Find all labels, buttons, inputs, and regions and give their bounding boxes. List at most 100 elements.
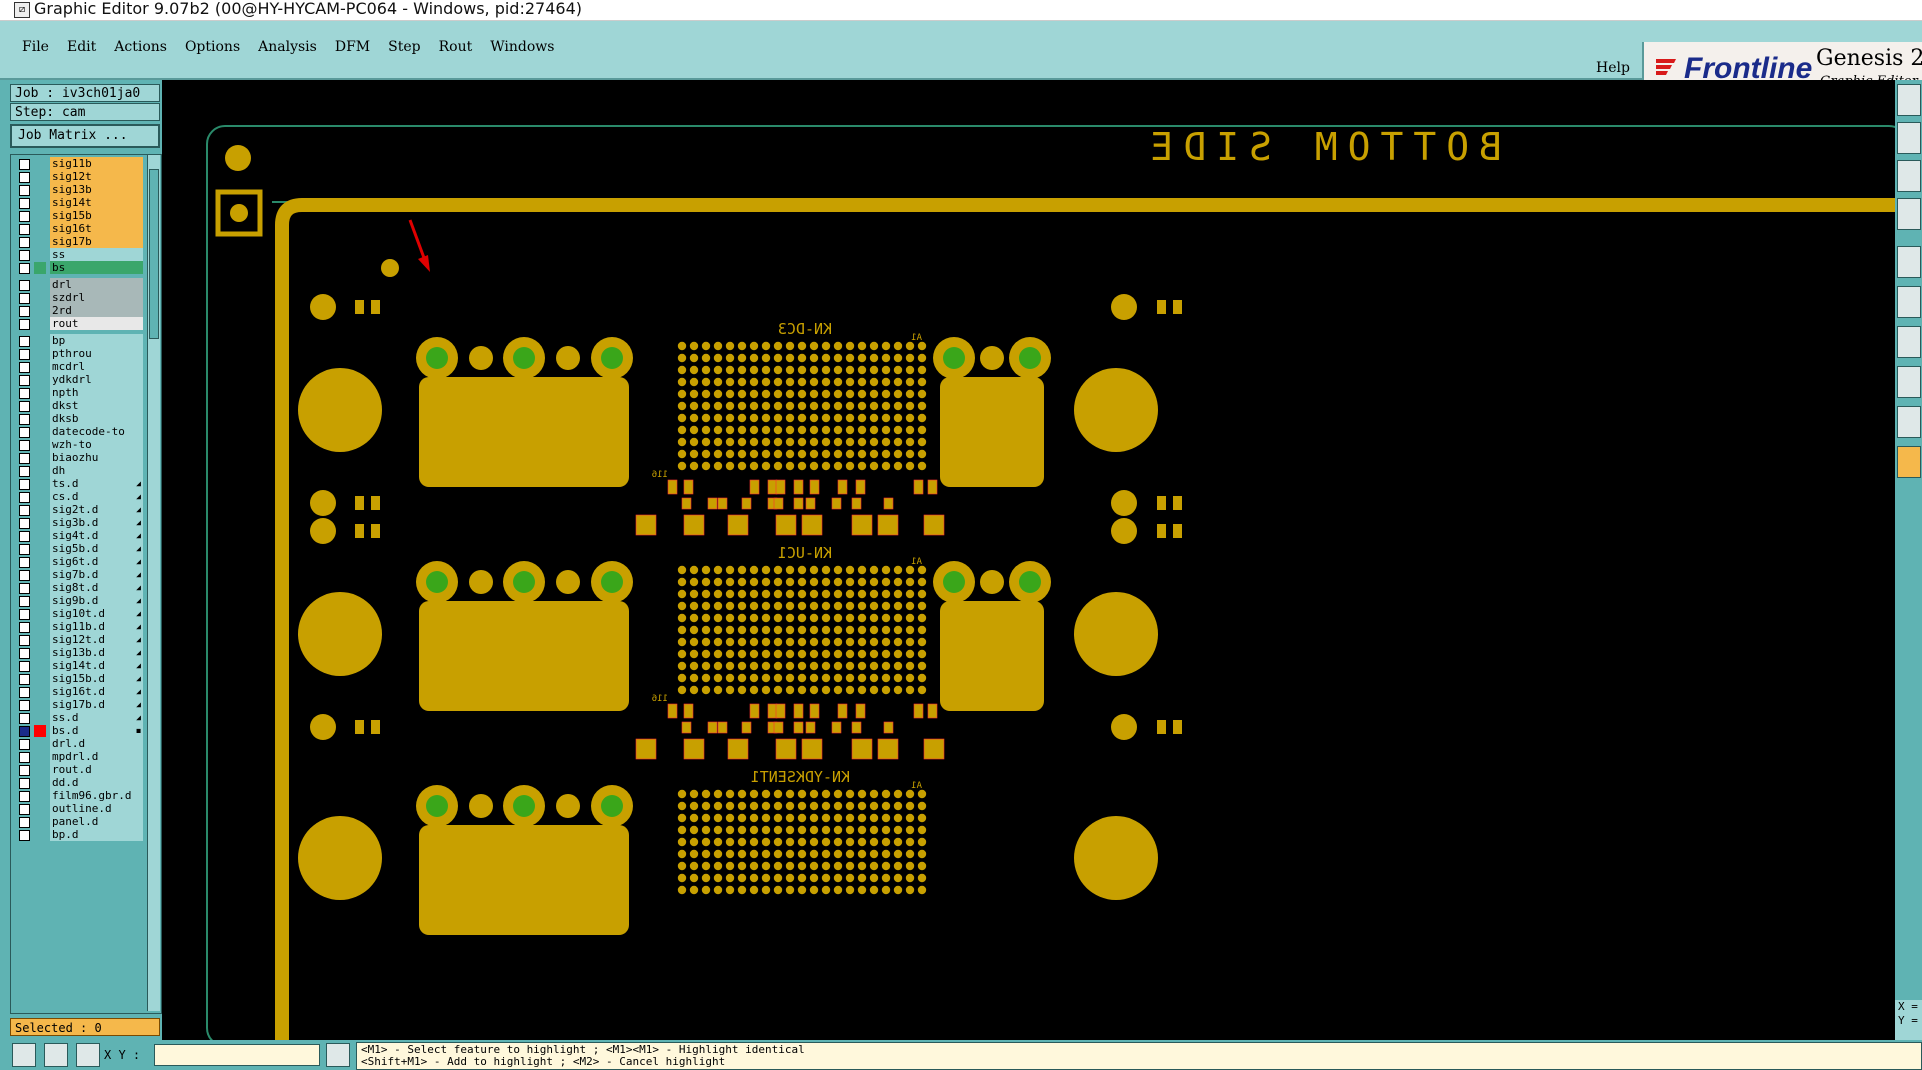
layer-checkbox[interactable] xyxy=(19,544,30,555)
layer-scrollbar-thumb[interactable] xyxy=(149,169,159,339)
layer-checkbox[interactable] xyxy=(19,466,30,477)
menu-item-options[interactable]: Options xyxy=(185,39,240,61)
layer-checkbox[interactable] xyxy=(19,570,30,581)
layer-name[interactable]: sig12t xyxy=(50,170,143,183)
layer-row[interactable]: bp xyxy=(13,334,143,348)
layer-checkbox[interactable] xyxy=(19,713,30,724)
layer-name[interactable]: sig5b.d ◢ xyxy=(50,542,143,555)
layer-checkbox[interactable] xyxy=(19,172,30,183)
layer-row[interactable]: sig14t xyxy=(13,196,143,210)
layer-checkbox[interactable] xyxy=(19,211,30,222)
layer-row[interactable]: szdrl xyxy=(13,291,143,305)
layer-checkbox[interactable] xyxy=(19,505,30,516)
layer-row[interactable]: bp.d xyxy=(13,828,143,842)
menu-item-windows[interactable]: Windows xyxy=(490,39,554,61)
layer-row[interactable]: sig11b xyxy=(13,157,143,171)
layer-row[interactable]: cs.d ◢ xyxy=(13,490,143,504)
layer-name[interactable]: sig6t.d ◢ xyxy=(50,555,143,568)
layer-row[interactable]: sig12t xyxy=(13,170,143,184)
layer-checkbox[interactable] xyxy=(19,661,30,672)
layer-row[interactable]: sig16t xyxy=(13,222,143,236)
layer-row[interactable]: ts.d ◢ xyxy=(13,477,143,491)
layer-checkbox[interactable] xyxy=(19,336,30,347)
layer-name[interactable]: dd.d xyxy=(50,776,143,789)
layer-name[interactable]: sig13b.d ◢ xyxy=(50,646,143,659)
layer-checkbox[interactable] xyxy=(19,306,30,317)
layer-name[interactable]: rout xyxy=(50,317,143,330)
layer-row[interactable]: mpdrl.d xyxy=(13,750,143,764)
layer-row[interactable]: sig5b.d ◢ xyxy=(13,542,143,556)
layer-checkbox[interactable] xyxy=(19,518,30,529)
layer-row[interactable]: drl.d xyxy=(13,737,143,751)
layer-name[interactable]: film96.gbr.d xyxy=(50,789,143,802)
layer-name[interactable]: sig7b.d ◢ xyxy=(50,568,143,581)
layer-checkbox[interactable] xyxy=(19,635,30,646)
layer-row[interactable]: wzh-to xyxy=(13,438,143,452)
toolbar-button-1[interactable] xyxy=(1897,84,1921,116)
layer-name[interactable]: bp xyxy=(50,334,143,347)
layer-name[interactable]: biaozhu xyxy=(50,451,143,464)
layer-checkbox[interactable] xyxy=(19,293,30,304)
layer-checkbox[interactable] xyxy=(19,648,30,659)
select-arrow-button[interactable] xyxy=(1897,446,1921,478)
layer-name[interactable]: ydkdrl xyxy=(50,373,143,386)
layer-row[interactable]: sig13b xyxy=(13,183,143,197)
layer-checkbox[interactable] xyxy=(19,159,30,170)
layer-row[interactable]: npth xyxy=(13,386,143,400)
layer-row[interactable]: mcdrl xyxy=(13,360,143,374)
layer-row[interactable]: ss xyxy=(13,248,143,262)
measure-tool-icon[interactable] xyxy=(44,1043,68,1067)
layer-row[interactable]: ss.d ◢ xyxy=(13,711,143,725)
layer-name[interactable]: panel.d xyxy=(50,815,143,828)
layer-row[interactable]: sig17b xyxy=(13,235,143,249)
menu-item-file[interactable]: File xyxy=(22,39,49,61)
layer-checkbox[interactable] xyxy=(19,479,30,490)
layer-checkbox[interactable] xyxy=(19,557,30,568)
layer-name[interactable]: cs.d ◢ xyxy=(50,490,143,503)
layer-checkbox[interactable] xyxy=(19,674,30,685)
layer-name[interactable]: ss xyxy=(50,248,143,261)
layer-checkbox[interactable] xyxy=(19,622,30,633)
layer-name[interactable]: pthrou xyxy=(50,347,143,360)
layer-name[interactable]: sig17b.d ◢ xyxy=(50,698,143,711)
layer-row[interactable]: sig9b.d ◢ xyxy=(13,594,143,608)
layer-row[interactable]: dksb xyxy=(13,412,143,426)
layer-checkbox[interactable] xyxy=(19,263,30,274)
layer-name[interactable]: sig11b xyxy=(50,157,143,170)
help-menu[interactable]: Help xyxy=(1596,60,1630,76)
layer-row[interactable]: bs.d ◼ xyxy=(13,724,143,738)
layer-row[interactable]: sig14t.d ◢ xyxy=(13,659,143,673)
xy-input[interactable] xyxy=(154,1044,320,1066)
layer-name[interactable]: dkst xyxy=(50,399,143,412)
layer-row[interactable]: ydkdrl xyxy=(13,373,143,387)
layer-checkbox[interactable] xyxy=(19,453,30,464)
layer-name[interactable]: szdrl xyxy=(50,291,143,304)
layer-checkbox[interactable] xyxy=(19,492,30,503)
layer-row[interactable]: outline.d xyxy=(13,802,143,816)
layer-checkbox[interactable] xyxy=(19,237,30,248)
layer-checkbox[interactable] xyxy=(19,830,30,841)
layer-name[interactable]: dh xyxy=(50,464,143,477)
layer-checkbox[interactable] xyxy=(19,280,30,291)
layer-name[interactable]: datecode-to xyxy=(50,425,143,438)
layer-name[interactable]: ts.d ◢ xyxy=(50,477,143,490)
layer-row[interactable]: bs xyxy=(13,261,143,275)
layer-name[interactable]: sig17b xyxy=(50,235,143,248)
board-view[interactable]: BOTTOM SIDE KN-DC3 A1 116 KN-UC1 A1 116 KN-YDKS… xyxy=(162,80,1895,1040)
layer-row[interactable]: sig7b.d ◢ xyxy=(13,568,143,582)
layer-checkbox[interactable] xyxy=(19,791,30,802)
layer-name[interactable]: rout.d xyxy=(50,763,143,776)
layer-row[interactable]: biaozhu xyxy=(13,451,143,465)
layer-name[interactable]: sig3b.d ◢ xyxy=(50,516,143,529)
layer-name[interactable]: sig15b xyxy=(50,209,143,222)
layer-checkbox[interactable] xyxy=(19,414,30,425)
menu-item-rout[interactable]: Rout xyxy=(439,39,473,61)
layer-name[interactable]: sig10t.d ◢ xyxy=(50,607,143,620)
toolbar-button-5[interactable] xyxy=(1897,246,1921,278)
layer-checkbox[interactable] xyxy=(19,739,30,750)
layer-checkbox[interactable] xyxy=(19,700,30,711)
layer-name[interactable]: sig11b.d ◢ xyxy=(50,620,143,633)
graphic-canvas[interactable]: BOTTOM SIDE KN-DC3 A1 116 KN-UC1 A1 116 KN-YDKS… xyxy=(162,80,1895,1040)
info-button[interactable] xyxy=(326,1043,350,1067)
toolbar-button-7[interactable] xyxy=(1897,326,1921,358)
